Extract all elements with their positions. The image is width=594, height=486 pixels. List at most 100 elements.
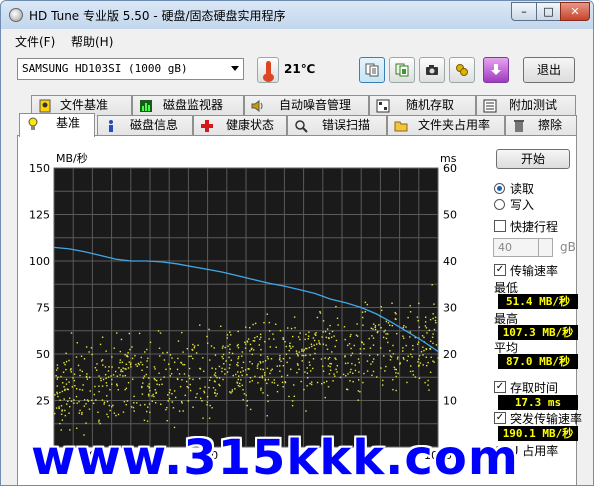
access-time-point [303,388,305,391]
access-time-point [248,327,251,329]
tab-extra-tests[interactable]: 附加测试 [476,95,576,116]
read-radio[interactable] [494,183,505,194]
screenshot-button[interactable] [419,57,445,83]
access-time-point [423,349,425,352]
access-time-point [307,338,309,340]
access-time-point [65,352,67,354]
access-time-point [281,375,283,378]
access-time-point [82,384,84,386]
access-time-point [274,323,277,325]
access-time-point [209,359,211,361]
access-time-point [127,367,130,369]
maximize-button[interactable]: □ [536,2,561,21]
access-time-point [149,341,152,344]
drive-select-value: SAMSUNG HD103SI (1000 gB) [22,62,188,75]
save-button[interactable] [483,57,509,83]
access-time-point [333,373,335,375]
tab-benchmark[interactable]: 基准 [19,113,95,137]
access-time-point [214,392,216,394]
access-time-point [285,353,288,355]
access-time-point [214,354,217,356]
access-time-point [229,343,231,346]
tab-health[interactable]: 健康状态 [193,115,287,136]
access-time-point [116,375,118,377]
access-time-point [75,395,78,398]
menu-help[interactable]: 帮助(H) [71,33,113,50]
access-time-point [302,350,305,352]
access-time-point [332,380,334,382]
options-button[interactable] [449,57,475,83]
access-time-point [143,419,146,422]
access-time-point [228,356,230,359]
access-time-point [245,343,247,345]
access-time-point [173,426,176,429]
access-time-point [432,313,434,315]
tab-folder-usage[interactable]: 文件夹占用率 [387,115,505,136]
access-time-point [142,377,145,379]
access-time-point [59,399,61,401]
access-time-point [63,362,65,364]
access-time-point [314,352,316,355]
access-time-point [241,355,243,357]
access-time-point [167,400,169,402]
access-time-point [289,357,291,359]
tab-disk-monitor[interactable]: 磁盘监视器 [132,95,244,116]
access-time-point [306,377,309,379]
y-left-axis-title: MB/秒 [56,151,88,165]
access-time-point [178,373,181,375]
write-radio[interactable] [494,199,505,210]
access-time-point [263,321,265,324]
access-time-point [383,331,385,333]
access-time-point [244,341,246,344]
copy-screenshot-button[interactable] [389,57,415,83]
access-time-point [197,344,199,346]
tab-disk-info[interactable]: 磁盘信息 [97,115,193,136]
access-time-point [310,383,313,386]
menu-file[interactable]: 文件(F) [15,33,55,50]
access-time-point [305,410,307,412]
access-time-point [215,395,217,397]
access-time-point [64,409,66,412]
access-time-point [312,367,314,370]
access-time-point [346,388,349,391]
access-time-point [199,387,201,390]
drive-select[interactable]: SAMSUNG HD103SI (1000 gB) [17,58,244,80]
y-right-tick-label: 30 [443,302,457,315]
access-time-point [282,386,284,388]
minimize-button[interactable]: – [511,2,537,21]
exit-button[interactable]: 退出 [523,57,575,83]
tab-error-scan[interactable]: 错误扫描 [287,115,387,136]
access-time-point [237,356,240,358]
tab-random-access[interactable]: 随机存取 [369,95,476,116]
tab-noise-management[interactable]: 自动噪音管理 [244,95,369,116]
access-time-point [203,391,206,394]
access-time-point [166,406,168,409]
access-time-point [74,385,76,387]
camera-icon [426,65,438,75]
transfer-rate-checkbox[interactable]: ✓ [494,264,506,276]
access-time-point [292,345,294,348]
access-time-point [221,367,223,370]
access-time-point [165,408,167,411]
close-button[interactable]: ✕ [560,2,590,21]
access-time-point [242,398,244,401]
tab-erase[interactable]: 擦除 [505,115,577,136]
access-time-point [103,403,105,405]
access-time-point [186,347,188,350]
access-time-point [141,385,143,388]
access-time-point [75,388,78,390]
access-time-point [409,305,411,307]
access-time-point [412,348,414,351]
access-time-checkbox[interactable]: ✓ [494,381,506,393]
access-time-point [322,320,325,322]
start-button[interactable]: 开始 [496,149,570,169]
access-time-point [296,363,299,365]
access-time-point [257,363,259,365]
access-time-point [68,359,70,362]
access-time-point [182,351,184,353]
access-time-point [126,400,129,402]
copy-info-button[interactable] [359,57,385,83]
burst-rate-checkbox[interactable]: ✓ [494,412,506,424]
short-stroke-checkbox[interactable] [494,220,506,232]
access-time-point [395,389,397,392]
